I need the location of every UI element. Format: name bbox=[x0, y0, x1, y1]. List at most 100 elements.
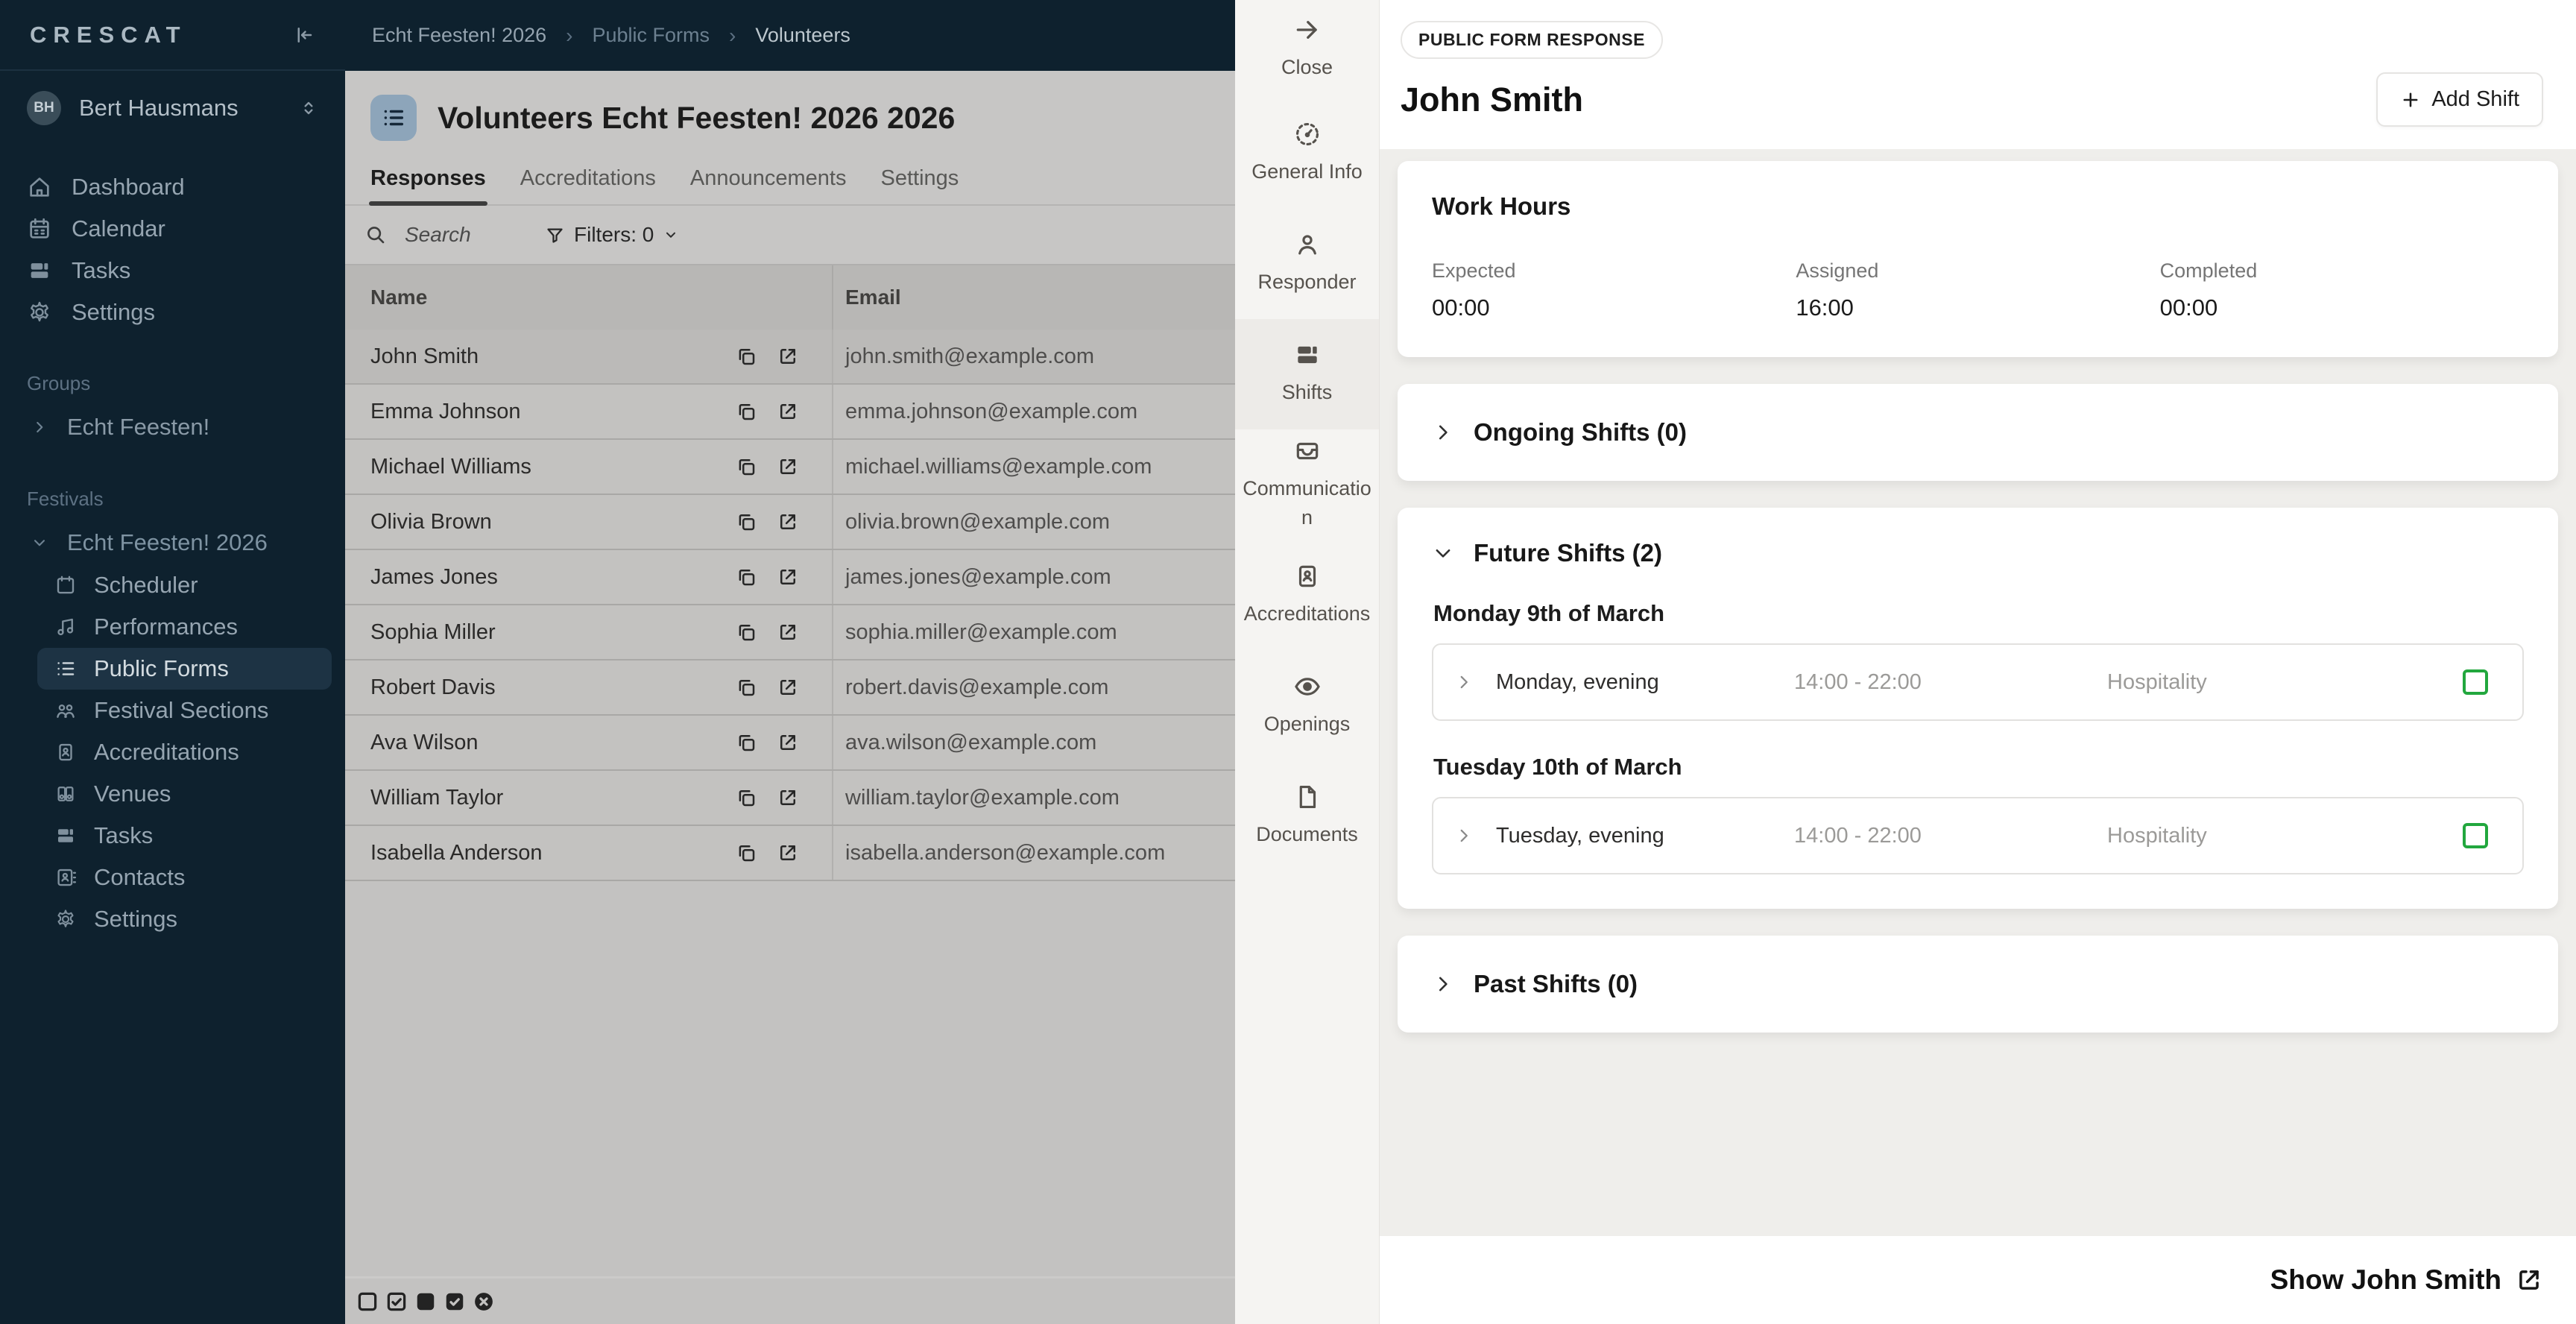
table-row[interactable]: Isabella Anderson isabella.anderson@exam… bbox=[345, 826, 1235, 881]
plus-icon bbox=[2403, 92, 2418, 107]
stat-value: 16:00 bbox=[1796, 294, 1854, 321]
filters-dropdown[interactable]: Filters: 0 bbox=[545, 223, 679, 247]
table-row[interactable]: Sophia Miller sophia.miller@example.com bbox=[345, 605, 1235, 661]
open-external-icon[interactable] bbox=[777, 676, 799, 699]
past-shifts-section[interactable]: Past Shifts (0) bbox=[1398, 936, 2558, 1033]
table-row[interactable]: Michael Williams michael.williams@exampl… bbox=[345, 440, 1235, 495]
duplicate-icon[interactable] bbox=[735, 511, 757, 533]
future-shifts-header[interactable]: Future Shifts (2) bbox=[1432, 539, 2524, 567]
open-external-icon[interactable] bbox=[777, 731, 799, 754]
sidebar-item-contacts[interactable]: Contacts bbox=[37, 857, 332, 898]
drawer-nav-label: Openings bbox=[1263, 712, 1351, 735]
table-row[interactable]: James Jones james.jones@example.com bbox=[345, 550, 1235, 605]
sidebar-collapse-button[interactable] bbox=[288, 20, 318, 50]
open-external-icon[interactable] bbox=[777, 566, 799, 588]
drawer-tab-communication[interactable]: Communication bbox=[1235, 429, 1379, 540]
open-external-icon[interactable] bbox=[777, 511, 799, 533]
duplicate-icon[interactable] bbox=[735, 621, 757, 643]
ongoing-shifts-title: Ongoing Shifts (0) bbox=[1474, 418, 1687, 446]
checkbox-filled-icon[interactable] bbox=[414, 1290, 437, 1313]
checkbox-filled-checked-icon[interactable] bbox=[443, 1290, 466, 1313]
detail-body: Work Hours Expected 00:00 Assigned 16:00… bbox=[1380, 149, 2576, 1214]
row-name: William Taylor bbox=[370, 785, 504, 810]
table-row[interactable]: John Smith john.smith@example.com bbox=[345, 330, 1235, 385]
drawer-tab-openings[interactable]: Openings bbox=[1235, 650, 1379, 760]
sidebar-item-calendar[interactable]: Calendar bbox=[0, 208, 345, 250]
tab-responses[interactable]: Responses bbox=[369, 166, 487, 206]
duplicate-icon[interactable] bbox=[735, 400, 757, 423]
breadcrumb-public-forms[interactable]: Public Forms bbox=[592, 24, 710, 47]
add-shift-button[interactable]: Add Shift bbox=[2376, 72, 2543, 127]
sidebar-group-echt-feesten[interactable]: Echt Feesten! bbox=[0, 406, 345, 449]
row-name: Sophia Miller bbox=[370, 620, 496, 644]
sidebar-item-public-forms[interactable]: Public Forms bbox=[37, 648, 332, 690]
drawer-tab-responder[interactable]: Responder bbox=[1235, 209, 1379, 319]
shift-row[interactable]: Monday, evening 14:00 - 22:00 Hospitalit… bbox=[1432, 643, 2524, 721]
checkbox-checked-icon[interactable] bbox=[385, 1290, 408, 1313]
tab-settings[interactable]: Settings bbox=[880, 166, 959, 204]
duplicate-icon[interactable] bbox=[735, 676, 757, 699]
sidebar-item-festival-sections[interactable]: Festival Sections bbox=[37, 690, 332, 731]
column-header-email[interactable]: Email bbox=[833, 286, 1235, 309]
sidebar-item-venues[interactable]: Venues bbox=[37, 773, 332, 815]
sidebar-item-settings[interactable]: Settings bbox=[0, 291, 345, 333]
breadcrumb-festival[interactable]: Echt Feesten! 2026 bbox=[372, 24, 546, 47]
future-shifts-section: Future Shifts (2) Monday 9th of March Mo… bbox=[1398, 508, 2558, 909]
checkbox-empty-icon[interactable] bbox=[356, 1290, 379, 1313]
sidebar-item-label: Scheduler bbox=[94, 572, 198, 598]
drawer-tab-documents[interactable]: Documents bbox=[1235, 760, 1379, 871]
duplicate-icon[interactable] bbox=[735, 455, 757, 478]
filters-label: Filters: 0 bbox=[574, 223, 654, 246]
sidebar-item-festival-settings[interactable]: Settings bbox=[37, 898, 332, 940]
sidebar-item-scheduler[interactable]: Scheduler bbox=[37, 564, 332, 606]
drawer-nav-label: General Info bbox=[1251, 160, 1363, 183]
table-row[interactable]: Emma Johnson emma.johnson@example.com bbox=[345, 385, 1235, 440]
sidebar-item-performances[interactable]: Performances bbox=[37, 606, 332, 648]
duplicate-icon[interactable] bbox=[735, 566, 757, 588]
table-row[interactable]: Robert Davis robert.davis@example.com bbox=[345, 661, 1235, 716]
duplicate-icon[interactable] bbox=[735, 731, 757, 754]
open-external-icon[interactable] bbox=[777, 621, 799, 643]
duplicate-icon[interactable] bbox=[735, 345, 757, 368]
open-external-icon[interactable] bbox=[2515, 1266, 2543, 1294]
row-email: olivia.brown@example.com bbox=[845, 509, 1111, 534]
sidebar-item-label: Calendar bbox=[72, 215, 165, 242]
sidebar-item-accreditations[interactable]: Accreditations bbox=[37, 731, 332, 773]
user-menu[interactable]: BH Bert Hausmans bbox=[0, 71, 345, 145]
sidebar-item-tasks[interactable]: Tasks bbox=[0, 250, 345, 291]
drawer-close-button[interactable]: Close bbox=[1235, 0, 1379, 98]
sidebar-item-label: Tasks bbox=[94, 822, 154, 848]
form-list-icon bbox=[370, 95, 417, 141]
sidebar-item-dashboard[interactable]: Dashboard bbox=[0, 166, 345, 208]
tab-accreditations[interactable]: Accreditations bbox=[520, 166, 656, 204]
table-row[interactable]: Olivia Brown olivia.brown@example.com bbox=[345, 495, 1235, 550]
drawer-tab-accreditations[interactable]: Accreditations bbox=[1235, 540, 1379, 650]
eye-icon bbox=[1294, 677, 1320, 696]
open-external-icon[interactable] bbox=[777, 786, 799, 809]
search-input[interactable] bbox=[405, 223, 518, 247]
shift-checkbox[interactable] bbox=[2463, 823, 2488, 848]
row-email: emma.johnson@example.com bbox=[845, 399, 1138, 423]
stat-label: Assigned bbox=[1796, 259, 1879, 282]
search-icon bbox=[367, 227, 385, 244]
table-row[interactable]: William Taylor william.taylor@example.co… bbox=[345, 771, 1235, 826]
page-title: Volunteers Echt Feesten! 2026 2026 bbox=[438, 100, 956, 135]
shift-row[interactable]: Tuesday, evening 14:00 - 22:00 Hospitali… bbox=[1432, 797, 2524, 874]
drawer-tab-shifts[interactable]: Shifts bbox=[1235, 319, 1379, 429]
tab-announcements[interactable]: Announcements bbox=[690, 166, 847, 204]
open-external-icon[interactable] bbox=[777, 455, 799, 478]
sidebar-item-festival-tasks[interactable]: Tasks bbox=[37, 815, 332, 857]
table-row[interactable]: Ava Wilson ava.wilson@example.com bbox=[345, 716, 1235, 771]
sidebar-festival-echt-feesten-2026[interactable]: Echt Feesten! 2026 bbox=[0, 521, 345, 564]
shift-checkbox[interactable] bbox=[2463, 669, 2488, 695]
duplicate-icon[interactable] bbox=[735, 786, 757, 809]
drawer-tab-general-info[interactable]: General Info bbox=[1235, 98, 1379, 209]
open-external-icon[interactable] bbox=[777, 400, 799, 423]
column-header-name[interactable]: Name bbox=[345, 265, 833, 330]
open-external-icon[interactable] bbox=[777, 345, 799, 368]
cancel-circle-icon[interactable] bbox=[473, 1290, 495, 1313]
show-responder-link[interactable]: Show John Smith bbox=[2270, 1264, 2501, 1296]
open-external-icon[interactable] bbox=[777, 842, 799, 864]
ongoing-shifts-section[interactable]: Ongoing Shifts (0) bbox=[1398, 384, 2558, 481]
duplicate-icon[interactable] bbox=[735, 842, 757, 864]
